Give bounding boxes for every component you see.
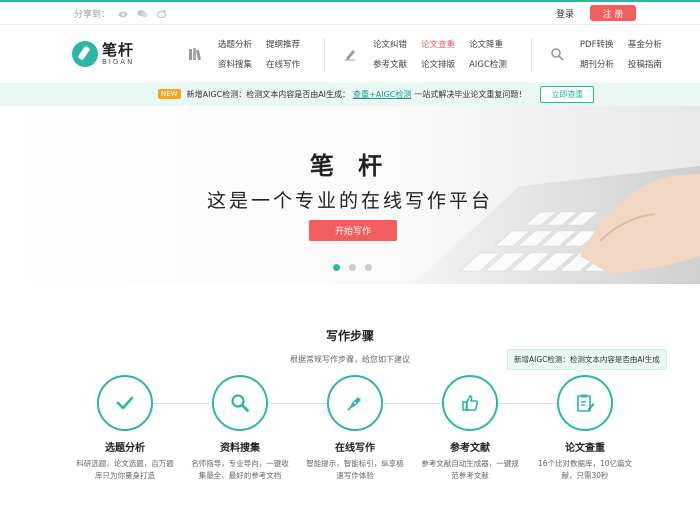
nav-group-paper: 论文纠错 论文查重 论文降重 参考文献 论文排版 AIGC检测 bbox=[335, 38, 531, 70]
wechat-icon[interactable] bbox=[137, 9, 148, 18]
notice-highlight-link[interactable]: 查重+AIGC检测 bbox=[353, 89, 411, 100]
nav-group-tools: PDF转换 基金分析 期刊分析 投稿指南 bbox=[542, 38, 686, 70]
step-plagiarism-check[interactable]: 论文查重 16个比对数据库，10亿篇文献，只需30秒 bbox=[530, 375, 640, 482]
top-bar: 分享到： 登录 注 册 bbox=[0, 0, 700, 24]
step-name: 资料搜集 bbox=[220, 443, 260, 454]
auth-area: 登录 注 册 bbox=[556, 5, 636, 21]
pen-nib-icon bbox=[327, 375, 383, 431]
step-desc: 16个比对数据库，10亿篇文献，只需30秒 bbox=[537, 459, 633, 480]
nav-link-references[interactable]: 参考文献 bbox=[373, 58, 407, 70]
nav-group-research: 选题分析 提纲推荐 资料搜集 在线写作 bbox=[180, 38, 324, 70]
logo[interactable]: 笔杆 BIGAN bbox=[72, 40, 180, 67]
thumbs-up-icon bbox=[442, 375, 498, 431]
carousel-dot-1[interactable] bbox=[333, 264, 340, 271]
notice-text-tail: 一站式解决毕业论文重复问题！ bbox=[414, 89, 527, 99]
main-nav: 笔杆 BIGAN 选题分析 提纲推荐 资料搜集 在线写作 论文纠错 论文查重 论… bbox=[0, 24, 700, 82]
nav-link-topic-analysis[interactable]: 选题分析 bbox=[218, 38, 252, 50]
step-topic-analysis[interactable]: 选题分析 科研选题、论文选题，百万题库只为你量身打造 bbox=[70, 375, 180, 482]
start-writing-button[interactable]: 开始写作 bbox=[309, 220, 397, 241]
nav-link-submission-guide[interactable]: 投稿指南 bbox=[628, 58, 662, 70]
magnifier-icon bbox=[212, 375, 268, 431]
check-now-button[interactable]: 立即查重 bbox=[540, 85, 595, 103]
weibo-icon[interactable] bbox=[118, 9, 129, 18]
new-badge: NEW bbox=[158, 89, 181, 99]
nav-link-aigc-detect[interactable]: AIGC检测 bbox=[469, 58, 507, 70]
hero-subtitle: 这是一个专业的在线写作平台 bbox=[206, 190, 493, 212]
carousel-dot-3[interactable] bbox=[365, 264, 372, 271]
login-link[interactable]: 登录 bbox=[556, 7, 574, 20]
books-icon bbox=[180, 47, 210, 61]
pen-icon bbox=[335, 47, 365, 61]
qzone-icon[interactable] bbox=[156, 9, 167, 18]
step-online-writing[interactable]: 在线写作 智能提示，智能标引，纵享极速写作体验 bbox=[300, 375, 410, 482]
share-label: 分享到： bbox=[74, 9, 111, 20]
nav-link-online-writing[interactable]: 在线写作 bbox=[266, 58, 300, 70]
logo-name-en: BIGAN bbox=[102, 57, 135, 66]
carousel-dot-2[interactable] bbox=[349, 264, 356, 271]
nav-divider bbox=[324, 37, 326, 70]
logo-icon bbox=[72, 40, 98, 67]
step-references[interactable]: 参考文献 参考文献自动生成器，一键规范参考文献 bbox=[415, 375, 525, 482]
nav-link-materials[interactable]: 资料搜集 bbox=[218, 58, 252, 70]
step-desc: 名师指导，专业导向，一键收集最全、最好的参考文档 bbox=[191, 459, 289, 480]
writing-steps-section: 写作步骤 根据常规写作步骤，给您如下建议 新增AIGC检测：检测文本内容是否由A… bbox=[0, 307, 700, 480]
logo-name-cn: 笔杆 bbox=[102, 40, 135, 59]
step-desc: 科研选题、论文选题，百万题库只为你量身打造 bbox=[76, 459, 174, 480]
nav-link-journal-analysis[interactable]: 期刊分析 bbox=[580, 58, 614, 70]
hero-title: 笔 杆 bbox=[309, 152, 391, 180]
register-button[interactable]: 注 册 bbox=[590, 5, 636, 21]
nav-divider bbox=[530, 37, 532, 70]
notice-bar: NEW 新增AIGC检测：检测文本内容是否由AI生成： 查重+AIGC检测 一站… bbox=[0, 82, 700, 106]
nav-link-plagiarism-check[interactable]: 论文查重 bbox=[421, 38, 455, 50]
clipboard-edit-icon bbox=[557, 375, 613, 431]
step-name: 论文查重 bbox=[565, 443, 605, 454]
nav-link-fund-analysis[interactable]: 基金分析 bbox=[628, 38, 662, 50]
notice-text: 新增AIGC检测：检测文本内容是否由AI生成： bbox=[186, 89, 351, 99]
steps-title: 写作步骤 bbox=[325, 329, 374, 343]
nav-link-formatting[interactable]: 论文排版 bbox=[421, 58, 455, 70]
step-desc: 参考文献自动生成器，一键规范参考文献 bbox=[421, 459, 519, 480]
step-name: 参考文献 bbox=[450, 443, 490, 454]
nav-link-proofread[interactable]: 论文纠错 bbox=[373, 38, 407, 50]
step-name: 选题分析 bbox=[105, 443, 145, 454]
share-bar: 分享到： bbox=[74, 7, 167, 20]
step-name: 在线写作 bbox=[335, 443, 375, 454]
nav-link-reduce-duplication[interactable]: 论文降重 bbox=[469, 38, 507, 50]
step-desc: 智能提示，智能标引，纵享极速写作体验 bbox=[306, 459, 404, 480]
step-materials[interactable]: 资料搜集 名师指导，专业导向，一键收集最全、最好的参考文档 bbox=[185, 375, 295, 482]
hero-banner: 笔 杆 这是一个专业的在线写作平台 开始写作 bbox=[0, 106, 700, 284]
nav-link-outline[interactable]: 提纲推荐 bbox=[266, 38, 300, 50]
carousel-dots bbox=[333, 264, 372, 271]
search-icon bbox=[542, 47, 572, 61]
aigc-tooltip: 新增AIGC检测：检测文本内容是否由AI生成 bbox=[507, 349, 667, 374]
check-icon bbox=[97, 375, 153, 431]
steps-row: 选题分析 科研选题、论文选题，百万题库只为你量身打造 资料搜集 名师指导，专业导… bbox=[70, 375, 650, 505]
nav-link-pdf-convert[interactable]: PDF转换 bbox=[580, 38, 614, 50]
